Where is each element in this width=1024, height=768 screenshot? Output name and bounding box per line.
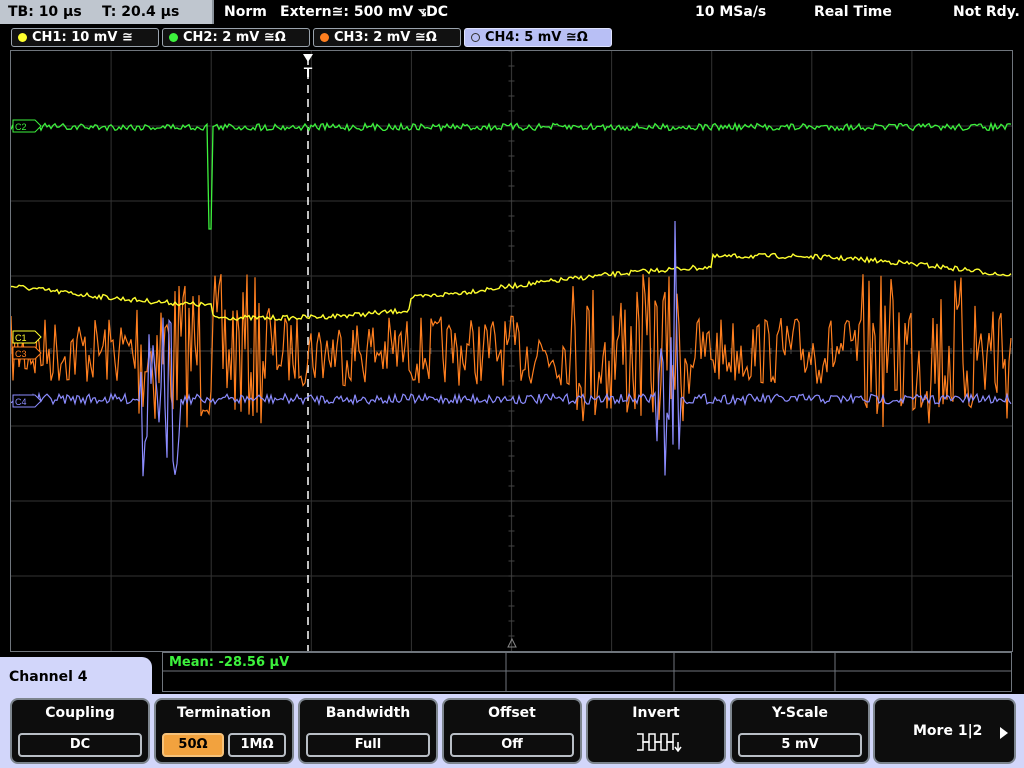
- svg-text:C1: C1: [15, 333, 27, 343]
- svg-text:C4: C4: [15, 397, 27, 407]
- channel-2-dot-icon: [169, 33, 178, 42]
- trigger-time-label: T: 20.4 µs: [102, 4, 180, 20]
- coupling-value[interactable]: DC: [18, 733, 142, 757]
- yscale-value[interactable]: 5 mV: [738, 733, 862, 757]
- channel-tab-2[interactable]: CH2: 2 mV ≅Ω: [162, 28, 310, 47]
- yscale-softkey[interactable]: Y-Scale 5 mV: [730, 698, 870, 764]
- channel-tab-1[interactable]: CH1: 10 mV ≅: [11, 28, 159, 47]
- channel-2-label: CH2: 2 mV ≅Ω: [183, 30, 286, 45]
- channel-4-dot-icon: [471, 33, 480, 42]
- invert-title: Invert: [632, 705, 680, 721]
- termination-title: Termination: [177, 705, 271, 721]
- offset-title: Offset: [488, 705, 536, 721]
- trigger-source[interactable]: Extern≅: 500 mV ⦪DC: [280, 0, 448, 24]
- waveform-canvas: T C2 C1 C3 C4: [11, 51, 1012, 651]
- grid: T: [11, 51, 1012, 651]
- status-indicator: Not Rdy.: [953, 4, 1020, 20]
- right-arrow-icon: [1000, 727, 1008, 739]
- trigger-mode[interactable]: Norm: [224, 0, 267, 24]
- channel-1-label: CH1: 10 mV ≅: [32, 30, 133, 45]
- svg-text:C3: C3: [15, 349, 27, 359]
- trigger-marker-label: T: [304, 64, 313, 80]
- coupling-softkey[interactable]: Coupling DC: [10, 698, 150, 764]
- sample-rate: 10 MSa/s: [695, 4, 767, 20]
- channel-2-level-marker[interactable]: C2: [12, 119, 42, 133]
- channel-markers: C2 C1 C3 C4: [12, 119, 42, 408]
- channel-1-level-marker[interactable]: C1: [12, 330, 42, 344]
- channel-3-level-marker[interactable]: C3: [12, 346, 42, 360]
- termination-1mohm-option[interactable]: 1MΩ: [228, 733, 286, 757]
- offset-value[interactable]: Off: [450, 733, 574, 757]
- more-softkey[interactable]: More 1|2: [873, 698, 1016, 764]
- yscale-title: Y-Scale: [771, 705, 828, 721]
- channel-1-dot-icon: [18, 33, 27, 42]
- waveform-display[interactable]: T C2 C1 C3 C4: [10, 50, 1013, 652]
- offset-softkey[interactable]: Offset Off: [442, 698, 582, 764]
- bandwidth-value[interactable]: Full: [306, 733, 430, 757]
- channel-4-level-marker[interactable]: C4: [12, 394, 42, 408]
- channel-3-dot-icon: [320, 33, 329, 42]
- channel-4-label: CH4: 5 mV ≅Ω: [485, 30, 588, 45]
- invert-waveform-icon: [637, 733, 682, 752]
- measurement-panel: Mean: -28.56 µV: [162, 652, 1012, 692]
- channel-3-label: CH3: 2 mV ≅Ω: [334, 30, 437, 45]
- acquisition-mode: Real Time: [814, 4, 892, 20]
- channel-tab-4[interactable]: CH4: 5 mV ≅Ω: [464, 28, 612, 47]
- channel-tab-3[interactable]: CH3: 2 mV ≅Ω: [313, 28, 461, 47]
- termination-softkey[interactable]: Termination 50Ω 1MΩ: [154, 698, 294, 764]
- invert-softkey[interactable]: Invert: [586, 698, 726, 764]
- bandwidth-softkey[interactable]: Bandwidth Full: [298, 698, 438, 764]
- more-label: More 1|2: [913, 723, 983, 739]
- timebase-label: TB: 10 µs: [8, 4, 82, 20]
- menu-title: Channel 4: [0, 657, 152, 699]
- timebase-box[interactable]: TB: 10 µs T: 20.4 µs: [0, 0, 214, 24]
- top-status-bar: TB: 10 µs T: 20.4 µs Norm Extern≅: 500 m…: [0, 0, 1024, 24]
- termination-50ohm-option[interactable]: 50Ω: [162, 733, 224, 757]
- measurement-grid: [163, 653, 1011, 691]
- bandwidth-title: Bandwidth: [325, 705, 411, 721]
- svg-text:C2: C2: [15, 122, 27, 132]
- coupling-title: Coupling: [45, 705, 115, 721]
